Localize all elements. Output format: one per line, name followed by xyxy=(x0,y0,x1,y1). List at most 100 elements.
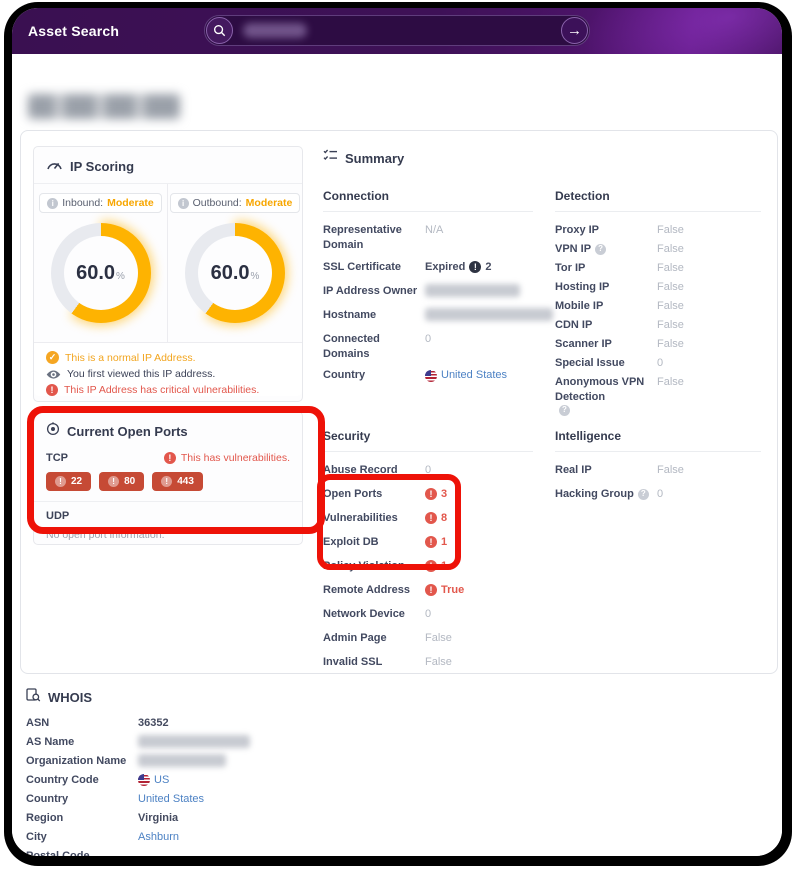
row-value xyxy=(425,308,553,321)
port-badge[interactable]: !80 xyxy=(99,472,144,491)
data-row: Hacking Group?0 xyxy=(555,487,761,504)
alert-icon: ! xyxy=(108,476,119,487)
outbound-gauge: i Outbound: Moderate 60.0% xyxy=(168,184,302,342)
row-value xyxy=(138,754,226,767)
row-value: False xyxy=(657,375,684,390)
open-ports-header: Current Open Ports xyxy=(34,412,302,443)
row-value xyxy=(138,735,250,748)
row-value: False xyxy=(657,242,684,257)
whois-rows: ASN36352AS NameOrganization NameCountry … xyxy=(26,716,466,856)
data-row: Hostname xyxy=(323,308,533,325)
redacted-value xyxy=(425,308,553,321)
row-label: SSL Certificate xyxy=(323,260,425,275)
search-icon[interactable] xyxy=(206,17,233,44)
summary-title: Summary xyxy=(345,151,404,166)
row-label: Hacking Group? xyxy=(555,487,657,502)
row-label: Invalid SSL xyxy=(323,655,425,670)
alert-icon: ! xyxy=(55,476,66,487)
row-label: Open Ports xyxy=(323,487,425,502)
redacted-value xyxy=(138,754,226,767)
target-icon xyxy=(46,422,60,441)
row-value: 0 xyxy=(657,356,663,371)
row-label: Country xyxy=(26,792,138,807)
row-value: False xyxy=(657,261,684,276)
data-row: Mobile IPFalse xyxy=(555,299,761,316)
whois-header: WHOIS xyxy=(12,680,782,717)
scoring-notes: ✓This is a normal IP Address.You first v… xyxy=(34,342,302,396)
row-label: Region xyxy=(26,811,138,826)
data-row: AS Name xyxy=(26,735,466,750)
udp-label: UDP xyxy=(46,510,290,522)
row-value[interactable]: United States xyxy=(425,368,507,383)
row-label: Scanner IP xyxy=(555,337,657,352)
scoring-note: !This IP Address has critical vulnerabil… xyxy=(46,384,290,396)
data-row: Proxy IPFalse xyxy=(555,223,761,240)
summary-header: Summary xyxy=(317,145,765,167)
whois-title: WHOIS xyxy=(48,690,92,705)
intelligence-column: Intelligence Real IPFalseHacking Group?0 xyxy=(555,429,761,511)
data-row: Connected Domains0 xyxy=(323,332,533,362)
us-flag-icon xyxy=(138,774,150,786)
ip-address-title-redacted xyxy=(28,94,180,119)
data-row: ASN36352 xyxy=(26,716,466,731)
document-search-icon xyxy=(26,688,41,707)
connection-title: Connection xyxy=(323,189,533,212)
port-badge[interactable]: !443 xyxy=(152,472,203,491)
row-value: !1 xyxy=(425,535,447,550)
row-label: Exploit DB xyxy=(323,535,425,550)
row-label: VPN IP? xyxy=(555,242,657,257)
data-row: Open Ports!3 xyxy=(323,487,533,504)
data-row: Special Issue0 xyxy=(555,356,761,373)
data-row: CityAshburn xyxy=(26,830,466,845)
row-label: Hosting IP xyxy=(555,280,657,295)
row-value: Expired ! 2 xyxy=(425,260,491,275)
inbound-label: Inbound: xyxy=(62,197,103,209)
percent-unit: % xyxy=(116,271,125,282)
outbound-donut: 60.0% xyxy=(185,223,285,323)
row-label: Remote Address xyxy=(323,583,425,598)
data-row: Admin PageFalse xyxy=(323,631,533,648)
row-label: Vulnerabilities xyxy=(323,511,425,526)
ip-scoring-header: IP Scoring xyxy=(34,147,302,184)
gauges: i Inbound: Moderate 60.0% i Outbound: xyxy=(34,184,302,342)
row-value: 0 xyxy=(425,607,431,622)
window-frame: Asset Search → IP Scoring xyxy=(4,2,792,866)
scoring-note: You first viewed this IP address. xyxy=(46,368,290,380)
data-row: Tor IPFalse xyxy=(555,261,761,278)
row-value[interactable]: Ashburn xyxy=(138,830,179,845)
search-query-redacted[interactable] xyxy=(243,23,307,38)
intelligence-rows: Real IPFalseHacking Group?0 xyxy=(555,463,761,504)
data-row: Vulnerabilities!8 xyxy=(323,511,533,528)
alert-icon: ! xyxy=(161,476,172,487)
data-row: Remote Address!True xyxy=(323,583,533,600)
row-label: Country Code xyxy=(26,773,138,788)
data-row: CDN IPFalse xyxy=(555,318,761,335)
search-bar[interactable]: → xyxy=(204,15,590,46)
data-row: Exploit DB!1 xyxy=(323,535,533,552)
data-row: CountryUnited States xyxy=(323,368,533,385)
udp-zone: UDP No open port information. xyxy=(34,502,302,549)
row-value: False xyxy=(657,337,684,352)
row-label: Proxy IP xyxy=(555,223,657,238)
row-label: Abuse Record xyxy=(323,463,425,478)
detection-rows: Proxy IPFalseVPN IP?FalseTor IPFalseHost… xyxy=(555,223,761,416)
row-value: 0 xyxy=(425,332,431,347)
search-submit-button[interactable]: → xyxy=(561,17,588,44)
row-label: Anonymous VPN Detection? xyxy=(555,375,657,416)
top-bar: Asset Search → xyxy=(12,8,782,54)
row-value: !3 xyxy=(425,487,447,502)
open-ports-title: Current Open Ports xyxy=(67,424,188,439)
connection-rows: Representative DomainN/ASSL CertificateE… xyxy=(323,223,533,385)
us-flag-icon xyxy=(425,370,437,382)
data-row: Anonymous VPN Detection?False xyxy=(555,375,761,416)
percent-unit: % xyxy=(251,271,260,282)
data-row: IP Address Owner xyxy=(323,284,533,301)
row-value[interactable]: United States xyxy=(138,792,204,807)
tcp-vulnerability-warning: ! This has vulnerabilities. xyxy=(164,452,290,464)
arrow-right-icon: → xyxy=(567,23,582,38)
alert-icon: ! xyxy=(425,560,437,572)
row-value[interactable]: US xyxy=(138,773,169,788)
port-badge[interactable]: !22 xyxy=(46,472,91,491)
row-label: City xyxy=(26,830,138,845)
data-row: Network Device0 xyxy=(323,607,533,624)
